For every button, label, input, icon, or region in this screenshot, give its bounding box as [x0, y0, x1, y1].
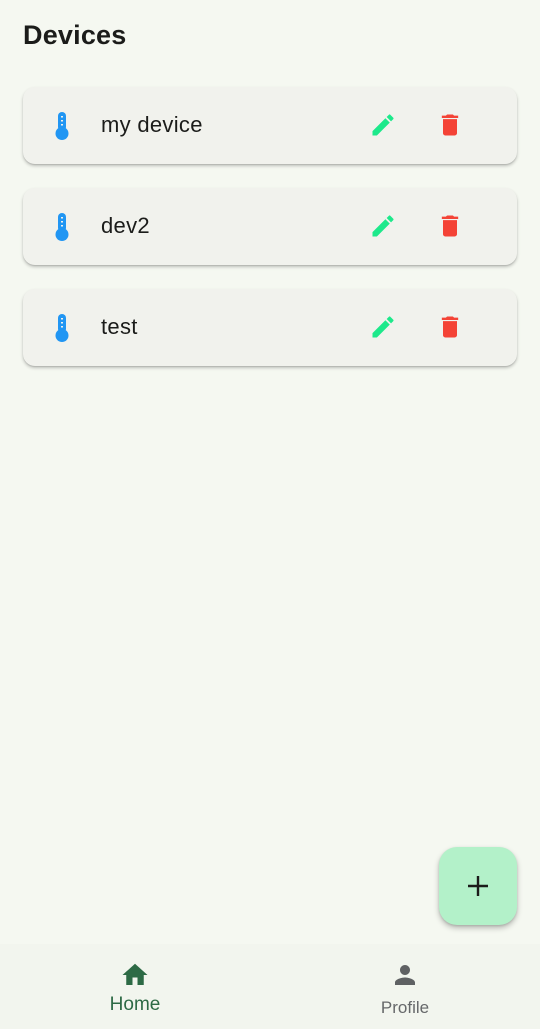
- plus-icon: [468, 876, 488, 896]
- bottom-nav: Home Profile: [0, 944, 540, 1029]
- nav-label-home: Home: [109, 994, 161, 1015]
- device-name: my device: [101, 112, 203, 137]
- device-card[interactable]: test: [23, 289, 517, 366]
- nav-item-profile[interactable]: Profile: [270, 944, 540, 1029]
- trash-icon: [441, 316, 459, 338]
- delete-button[interactable]: [434, 109, 466, 141]
- trash-icon: [441, 114, 459, 136]
- device-list: my device dev2 test: [23, 87, 517, 390]
- device-card[interactable]: my device: [23, 87, 517, 164]
- nav-label-profile: Profile: [380, 998, 430, 1017]
- page-title: Devices: [23, 20, 127, 50]
- pencil-icon: [372, 215, 394, 237]
- thermometer-icon: [55, 112, 69, 140]
- edit-button[interactable]: [367, 109, 399, 141]
- device-card[interactable]: dev2: [23, 188, 517, 265]
- add-device-button[interactable]: [439, 847, 517, 925]
- pencil-icon: [372, 114, 394, 136]
- delete-button[interactable]: [434, 311, 466, 343]
- home-icon: [122, 963, 148, 985]
- nav-item-home[interactable]: Home: [0, 944, 270, 1029]
- trash-icon: [441, 215, 459, 237]
- pencil-icon: [372, 316, 394, 338]
- edit-button[interactable]: [367, 311, 399, 343]
- person-icon: [395, 965, 415, 985]
- device-name: test: [101, 314, 138, 339]
- thermometer-icon: [55, 314, 69, 342]
- delete-button[interactable]: [434, 210, 466, 242]
- thermometer-icon: [55, 213, 69, 241]
- edit-button[interactable]: [367, 210, 399, 242]
- device-name: dev2: [101, 213, 150, 238]
